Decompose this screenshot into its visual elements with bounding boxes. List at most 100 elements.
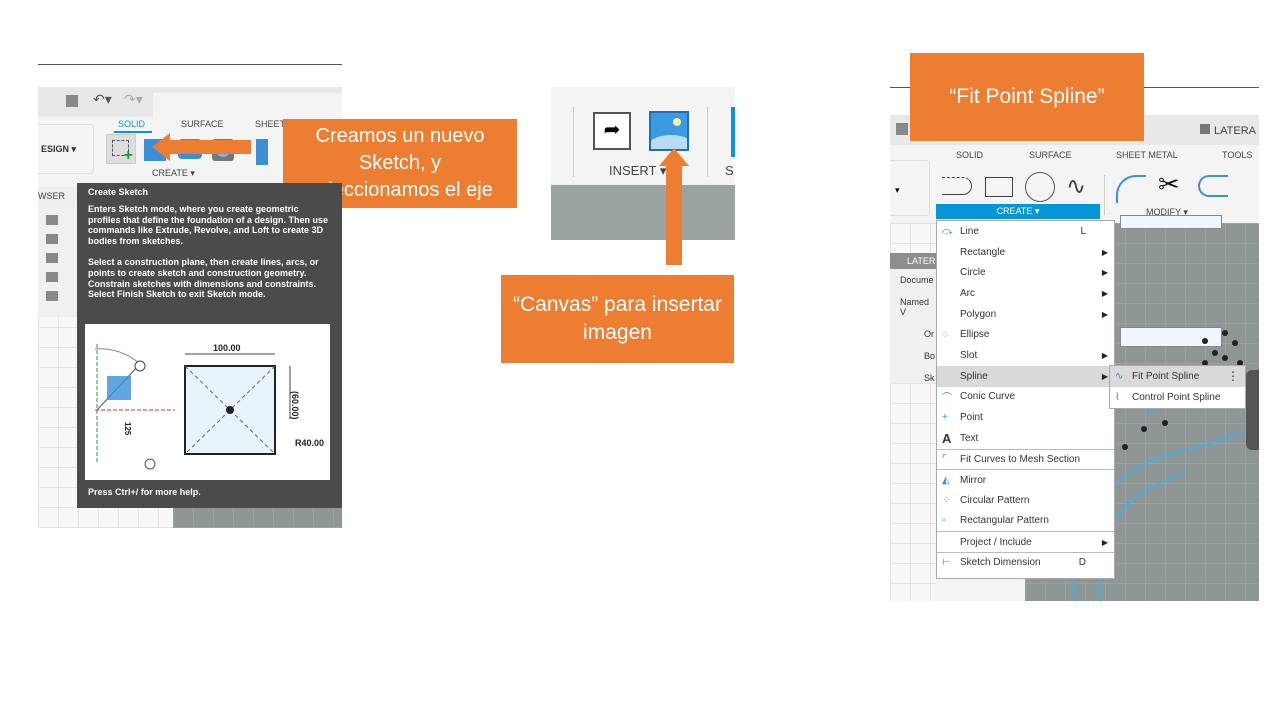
tooltip-instructions: Select a construction plane, then create…: [88, 256, 319, 300]
point-icon: +: [942, 412, 948, 424]
shortcut-label: D: [1078, 557, 1086, 569]
arrow-left-shaft: [169, 140, 251, 154]
tooltip-description: Enters Sketch mode, where you create geo…: [88, 203, 329, 247]
menu-item-ellipse[interactable]: ◌ Ellipse: [937, 324, 1114, 345]
middle-screenshot: ➦ INSERT ▾ S: [551, 87, 735, 240]
menu-item-mirror[interactable]: ◭ Mirror: [937, 469, 1114, 490]
offset-icon[interactable]: [1198, 175, 1228, 197]
menu-item-slot[interactable]: Slot ▶: [937, 345, 1114, 366]
menu-item-label: Spline: [960, 370, 988, 382]
circular-pattern-icon: ⁘: [942, 494, 951, 506]
text-icon: A: [942, 430, 952, 446]
sheet-icon[interactable]: [256, 139, 268, 165]
browser-item[interactable]: Docume: [890, 269, 936, 291]
menu-item-fit-point-spline[interactable]: ∿ Fit Point Spline ⋮: [1110, 366, 1245, 387]
menu-item-polygon[interactable]: Polygon ▶: [937, 304, 1114, 325]
dim-radius: R40.00: [295, 438, 324, 448]
fit-point-spline-icon: ∿: [1115, 370, 1124, 382]
tab-surface[interactable]: SURFACE: [181, 119, 224, 129]
menu-item-spline[interactable]: Spline ▶: [937, 365, 1114, 387]
next-group-label: S: [725, 163, 734, 178]
conic-curve-icon: ⌒: [942, 393, 952, 405]
shortcut-label: L: [1080, 225, 1086, 237]
menu-item-rectangle[interactable]: Rectangle ▶: [937, 242, 1114, 263]
menu-item-label: Mirror: [960, 474, 987, 486]
arrow-left: [152, 133, 170, 161]
trim-scissors-icon[interactable]: ✂: [1158, 169, 1180, 200]
browser-panel: LATER Docume Named V Or Bo Sk: [890, 253, 936, 383]
callout-canvas: “Canvas” para insertar imagen: [501, 275, 734, 363]
sketch-dimension-icon: ⊢: [942, 557, 951, 569]
browser-item[interactable]: Bo: [890, 345, 936, 367]
rectangle-tool-icon[interactable]: [985, 177, 1013, 197]
tooltip-illustration: 100.00 (60.00) R40.00 125: [85, 324, 330, 480]
more-options-icon[interactable]: ⋮: [1227, 369, 1239, 383]
arrow-up: [659, 148, 689, 166]
browser-item[interactable]: Named V: [890, 291, 936, 323]
canvas-image-icon[interactable]: [649, 111, 689, 151]
submenu-arrow-icon: ▶: [1101, 288, 1108, 298]
menu-item-label: Rectangular Pattern: [960, 515, 1049, 527]
menu-item-point[interactable]: + Point: [937, 407, 1114, 428]
submenu-arrow-icon: ▶: [1101, 371, 1108, 381]
rectangular-pattern-icon: ▫: [942, 515, 946, 527]
tab-solid[interactable]: SOLID: [956, 150, 983, 160]
save-icon[interactable]: [66, 95, 78, 107]
menu-item-project-include[interactable]: Project / Include ▶: [937, 531, 1114, 552]
menu-item-line[interactable]: ⤼ Line L: [937, 221, 1114, 242]
menu-item-label: Ellipse: [960, 329, 990, 341]
menu-item-label: Text: [960, 432, 979, 444]
spline-submenu: ∿ Fit Point Spline ⋮ ⌇ Control Point Spline: [1109, 365, 1246, 409]
create-sketch-icon[interactable]: +: [106, 134, 136, 164]
spline-tool-icon[interactable]: ∿: [1066, 172, 1086, 201]
divider: [38, 64, 342, 65]
tab-sheet-metal[interactable]: SHEET METAL: [1116, 150, 1178, 160]
menu-item-label: Circular Pattern: [960, 494, 1030, 506]
submenu-arrow-icon: ▶: [1101, 247, 1108, 257]
cube-icon: [1200, 124, 1210, 134]
tooltip-title: Create Sketch: [88, 187, 149, 197]
menu-item-label: Rectangle: [960, 246, 1006, 258]
mirror-icon: ◭: [942, 474, 950, 486]
menu-item-label: Point: [960, 412, 983, 424]
menu-item-arc[interactable]: Arc ▶: [937, 283, 1114, 304]
dim-small: 125: [123, 422, 132, 436]
fillet-icon[interactable]: [1116, 175, 1146, 203]
browser-item[interactable]: Or: [890, 323, 936, 345]
submenu-arrow-icon: ▶: [1101, 268, 1108, 278]
ellipse-icon: ◌: [942, 329, 948, 341]
tab-tools[interactable]: TOOLS: [1222, 150, 1252, 160]
menu-item-control-point-spline[interactable]: ⌇ Control Point Spline: [1110, 387, 1245, 408]
tab-surface[interactable]: SURFACE: [1029, 150, 1072, 160]
menu-item-label: Circle: [960, 267, 986, 279]
design-workspace-button[interactable]: ESIGN ▾: [38, 124, 94, 174]
menu-item-circular-pattern[interactable]: ⁘ Circular Pattern: [937, 490, 1114, 511]
submenu-arrow-icon: ▶: [1101, 350, 1108, 360]
insert-derive-icon[interactable]: ➦: [593, 112, 631, 150]
control-point-spline-icon: ⌇: [1115, 391, 1120, 403]
insert-dropdown[interactable]: INSERT ▾: [609, 163, 666, 179]
create-dropdown[interactable]: CREATE ▾: [152, 168, 195, 179]
menu-item-label: Project / Include: [960, 536, 1032, 548]
browser-item[interactable]: Sk: [890, 367, 936, 389]
menu-item-label: Conic Curve: [960, 391, 1016, 403]
menu-item-label: Slot: [960, 349, 978, 361]
dim-width: 100.00: [213, 343, 241, 353]
tab-solid[interactable]: SOLID: [118, 119, 145, 129]
tab-sheet[interactable]: SHEET: [255, 119, 285, 129]
menu-item-rectangular-pattern[interactable]: ▫ Rectangular Pattern: [937, 511, 1114, 532]
save-icon[interactable]: [896, 123, 908, 135]
menu-item-text[interactable]: A Text: [937, 428, 1114, 449]
create-dropdown[interactable]: CREATE ▾: [936, 204, 1100, 219]
line-tool-icon[interactable]: [942, 177, 972, 195]
line-icon: ⤼: [942, 225, 953, 237]
undo-icon[interactable]: ↶▾: [93, 91, 112, 108]
menu-item-conic-curve[interactable]: ⌒ Conic Curve: [937, 387, 1114, 408]
document-title: LATERA: [1200, 124, 1256, 137]
circle-tool-icon[interactable]: [1025, 172, 1055, 202]
redo-icon[interactable]: ↷▾: [124, 91, 143, 108]
browser-root[interactable]: LATER: [890, 253, 936, 269]
menu-item-sketch-dimension[interactable]: ⊢ Sketch Dimension D: [937, 552, 1114, 573]
menu-item-fit-curves-to-mesh-section[interactable]: ⌜ Fit Curves to Mesh Section: [937, 448, 1114, 470]
menu-item-circle[interactable]: Circle ▶: [937, 262, 1114, 283]
